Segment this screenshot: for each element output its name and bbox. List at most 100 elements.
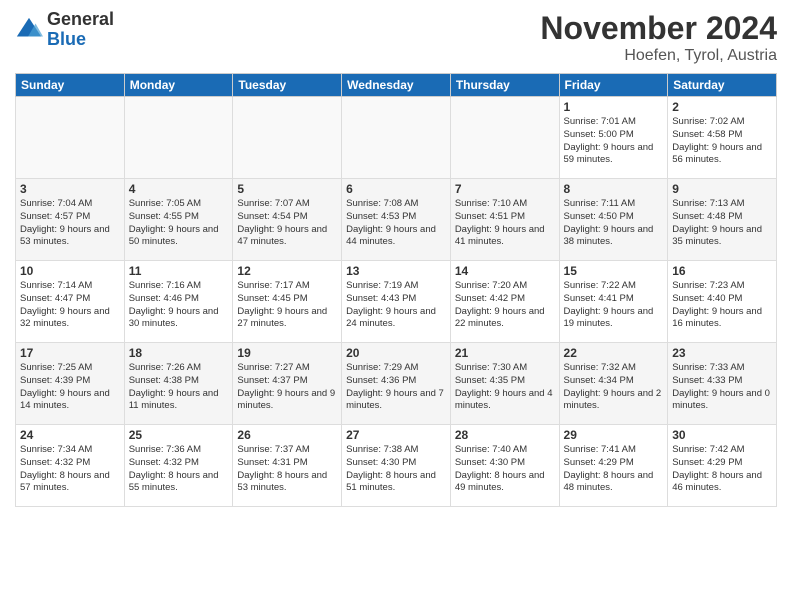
day-number: 14 xyxy=(455,264,555,278)
calendar-day-header: Saturday xyxy=(668,74,777,97)
day-number: 25 xyxy=(129,428,229,442)
day-info: Sunrise: 7:23 AMSunset: 4:40 PMDaylight:… xyxy=(672,280,772,331)
calendar-header-row: SundayMondayTuesdayWednesdayThursdayFrid… xyxy=(16,74,777,97)
calendar-cell xyxy=(16,97,125,179)
day-number: 4 xyxy=(129,182,229,196)
day-number: 3 xyxy=(20,182,120,196)
calendar-cell: 2 Sunrise: 7:02 AMSunset: 4:58 PMDaylight… xyxy=(668,97,777,179)
calendar-day-header: Monday xyxy=(124,74,233,97)
calendar-cell: 17Sunrise: 7:25 AMSunset: 4:39 PMDayligh… xyxy=(16,343,125,425)
calendar-cell: 22 Sunrise: 7:32 AMSunset: 4:34 PMDayligh… xyxy=(559,343,668,425)
day-info: Sunrise: 7:22 AMSunset: 4:41 PMDaylight:… xyxy=(564,280,664,331)
calendar-cell xyxy=(450,97,559,179)
calendar-cell: 16 Sunrise: 7:23 AMSunset: 4:40 PMDayligh… xyxy=(668,261,777,343)
calendar-cell: 14 Sunrise: 7:20 AMSunset: 4:42 PMDayligh… xyxy=(450,261,559,343)
day-number: 13 xyxy=(346,264,446,278)
calendar-day-header: Wednesday xyxy=(342,74,451,97)
day-info: Sunrise: 7:19 AMSunset: 4:43 PMDaylight:… xyxy=(346,280,446,331)
calendar-cell: 18 Sunrise: 7:26 AMSunset: 4:38 PMDayligh… xyxy=(124,343,233,425)
calendar-cell: 29 Sunrise: 7:41 AMSunset: 4:29 PMDayligh… xyxy=(559,425,668,507)
calendar-cell: 26 Sunrise: 7:37 AMSunset: 4:31 PMDayligh… xyxy=(233,425,342,507)
day-number: 22 xyxy=(564,346,664,360)
day-info: Sunrise: 7:02 AMSunset: 4:58 PMDaylight:… xyxy=(672,116,772,167)
day-info: Sunrise: 7:10 AMSunset: 4:51 PMDaylight:… xyxy=(455,198,555,249)
title-block: November 2024 Hoefen, Tyrol, Austria xyxy=(540,10,777,65)
day-info: Sunrise: 7:04 AMSunset: 4:57 PMDaylight:… xyxy=(20,198,120,249)
day-number: 7 xyxy=(455,182,555,196)
day-number: 29 xyxy=(564,428,664,442)
day-info: Sunrise: 7:16 AMSunset: 4:46 PMDaylight:… xyxy=(129,280,229,331)
logo-general: General xyxy=(47,9,114,29)
calendar-cell: 25 Sunrise: 7:36 AMSunset: 4:32 PMDayligh… xyxy=(124,425,233,507)
day-number: 28 xyxy=(455,428,555,442)
calendar-cell: 20Sunrise: 7:29 AMSunset: 4:36 PMDayligh… xyxy=(342,343,451,425)
day-number: 10 xyxy=(20,264,120,278)
calendar-cell xyxy=(124,97,233,179)
calendar-cell: 7 Sunrise: 7:10 AMSunset: 4:51 PMDaylight… xyxy=(450,179,559,261)
calendar-day-header: Tuesday xyxy=(233,74,342,97)
calendar-cell: 21 Sunrise: 7:30 AMSunset: 4:35 PMDayligh… xyxy=(450,343,559,425)
calendar-cell: 11 Sunrise: 7:16 AMSunset: 4:46 PMDayligh… xyxy=(124,261,233,343)
calendar-week-row: 1 Sunrise: 7:01 AMSunset: 5:00 PMDaylight… xyxy=(16,97,777,179)
calendar-day-header: Thursday xyxy=(450,74,559,97)
day-number: 5 xyxy=(237,182,337,196)
calendar-cell: 9 Sunrise: 7:13 AMSunset: 4:48 PMDaylight… xyxy=(668,179,777,261)
day-info: Sunrise: 7:41 AMSunset: 4:29 PMDaylight:… xyxy=(564,444,664,495)
day-number: 18 xyxy=(129,346,229,360)
calendar-cell: 24Sunrise: 7:34 AMSunset: 4:32 PMDayligh… xyxy=(16,425,125,507)
calendar-cell: 6 Sunrise: 7:08 AMSunset: 4:53 PMDaylight… xyxy=(342,179,451,261)
page-container: General Blue November 2024 Hoefen, Tyrol… xyxy=(0,0,792,517)
day-number: 8 xyxy=(564,182,664,196)
day-info: Sunrise: 7:36 AMSunset: 4:32 PMDaylight:… xyxy=(129,444,229,495)
day-info: Sunrise: 7:01 AMSunset: 5:00 PMDaylight:… xyxy=(564,116,664,167)
day-number: 12 xyxy=(237,264,337,278)
calendar-cell: 12 Sunrise: 7:17 AMSunset: 4:45 PMDayligh… xyxy=(233,261,342,343)
day-number: 27 xyxy=(346,428,446,442)
day-number: 17 xyxy=(20,346,120,360)
day-info: Sunrise: 7:37 AMSunset: 4:31 PMDaylight:… xyxy=(237,444,337,495)
day-number: 6 xyxy=(346,182,446,196)
calendar-cell: 13 Sunrise: 7:19 AMSunset: 4:43 PMDayligh… xyxy=(342,261,451,343)
day-info: Sunrise: 7:26 AMSunset: 4:38 PMDaylight:… xyxy=(129,362,229,413)
calendar-week-row: 3 Sunrise: 7:04 AMSunset: 4:57 PMDaylight… xyxy=(16,179,777,261)
calendar-cell: 8Sunrise: 7:11 AMSunset: 4:50 PMDaylight… xyxy=(559,179,668,261)
header: General Blue November 2024 Hoefen, Tyrol… xyxy=(15,10,777,65)
day-info: Sunrise: 7:20 AMSunset: 4:42 PMDaylight:… xyxy=(455,280,555,331)
calendar-cell: 4Sunrise: 7:05 AMSunset: 4:55 PMDaylight… xyxy=(124,179,233,261)
day-number: 9 xyxy=(672,182,772,196)
day-number: 26 xyxy=(237,428,337,442)
calendar-cell: 19Sunrise: 7:27 AMSunset: 4:37 PMDayligh… xyxy=(233,343,342,425)
calendar-day-header: Sunday xyxy=(16,74,125,97)
calendar-cell: 10 Sunrise: 7:14 AMSunset: 4:47 PMDayligh… xyxy=(16,261,125,343)
day-number: 2 xyxy=(672,100,772,114)
calendar-cell: 5Sunrise: 7:07 AMSunset: 4:54 PMDaylight… xyxy=(233,179,342,261)
day-number: 21 xyxy=(455,346,555,360)
calendar-cell: 30Sunrise: 7:42 AMSunset: 4:29 PMDayligh… xyxy=(668,425,777,507)
day-info: Sunrise: 7:30 AMSunset: 4:35 PMDaylight:… xyxy=(455,362,555,413)
day-info: Sunrise: 7:32 AMSunset: 4:34 PMDaylight:… xyxy=(564,362,664,413)
calendar-cell: 15Sunrise: 7:22 AMSunset: 4:41 PMDayligh… xyxy=(559,261,668,343)
day-info: Sunrise: 7:13 AMSunset: 4:48 PMDaylight:… xyxy=(672,198,772,249)
day-info: Sunrise: 7:17 AMSunset: 4:45 PMDaylight:… xyxy=(237,280,337,331)
day-info: Sunrise: 7:38 AMSunset: 4:30 PMDaylight:… xyxy=(346,444,446,495)
day-number: 23 xyxy=(672,346,772,360)
calendar-week-row: 24Sunrise: 7:34 AMSunset: 4:32 PMDayligh… xyxy=(16,425,777,507)
calendar-cell xyxy=(342,97,451,179)
day-info: Sunrise: 7:33 AMSunset: 4:33 PMDaylight:… xyxy=(672,362,772,413)
day-info: Sunrise: 7:08 AMSunset: 4:53 PMDaylight:… xyxy=(346,198,446,249)
day-number: 30 xyxy=(672,428,772,442)
day-number: 11 xyxy=(129,264,229,278)
day-number: 1 xyxy=(564,100,664,114)
calendar-cell: 23 Sunrise: 7:33 AMSunset: 4:33 PMDayligh… xyxy=(668,343,777,425)
calendar-table: SundayMondayTuesdayWednesdayThursdayFrid… xyxy=(15,73,777,507)
logo-blue: Blue xyxy=(47,29,86,49)
day-info: Sunrise: 7:14 AMSunset: 4:47 PMDaylight:… xyxy=(20,280,120,331)
logo-text: General Blue xyxy=(47,10,114,50)
day-number: 20 xyxy=(346,346,446,360)
day-info: Sunrise: 7:34 AMSunset: 4:32 PMDaylight:… xyxy=(20,444,120,495)
day-number: 16 xyxy=(672,264,772,278)
location: Hoefen, Tyrol, Austria xyxy=(540,47,777,65)
logo: General Blue xyxy=(15,10,114,50)
calendar-cell xyxy=(233,97,342,179)
calendar-week-row: 17Sunrise: 7:25 AMSunset: 4:39 PMDayligh… xyxy=(16,343,777,425)
